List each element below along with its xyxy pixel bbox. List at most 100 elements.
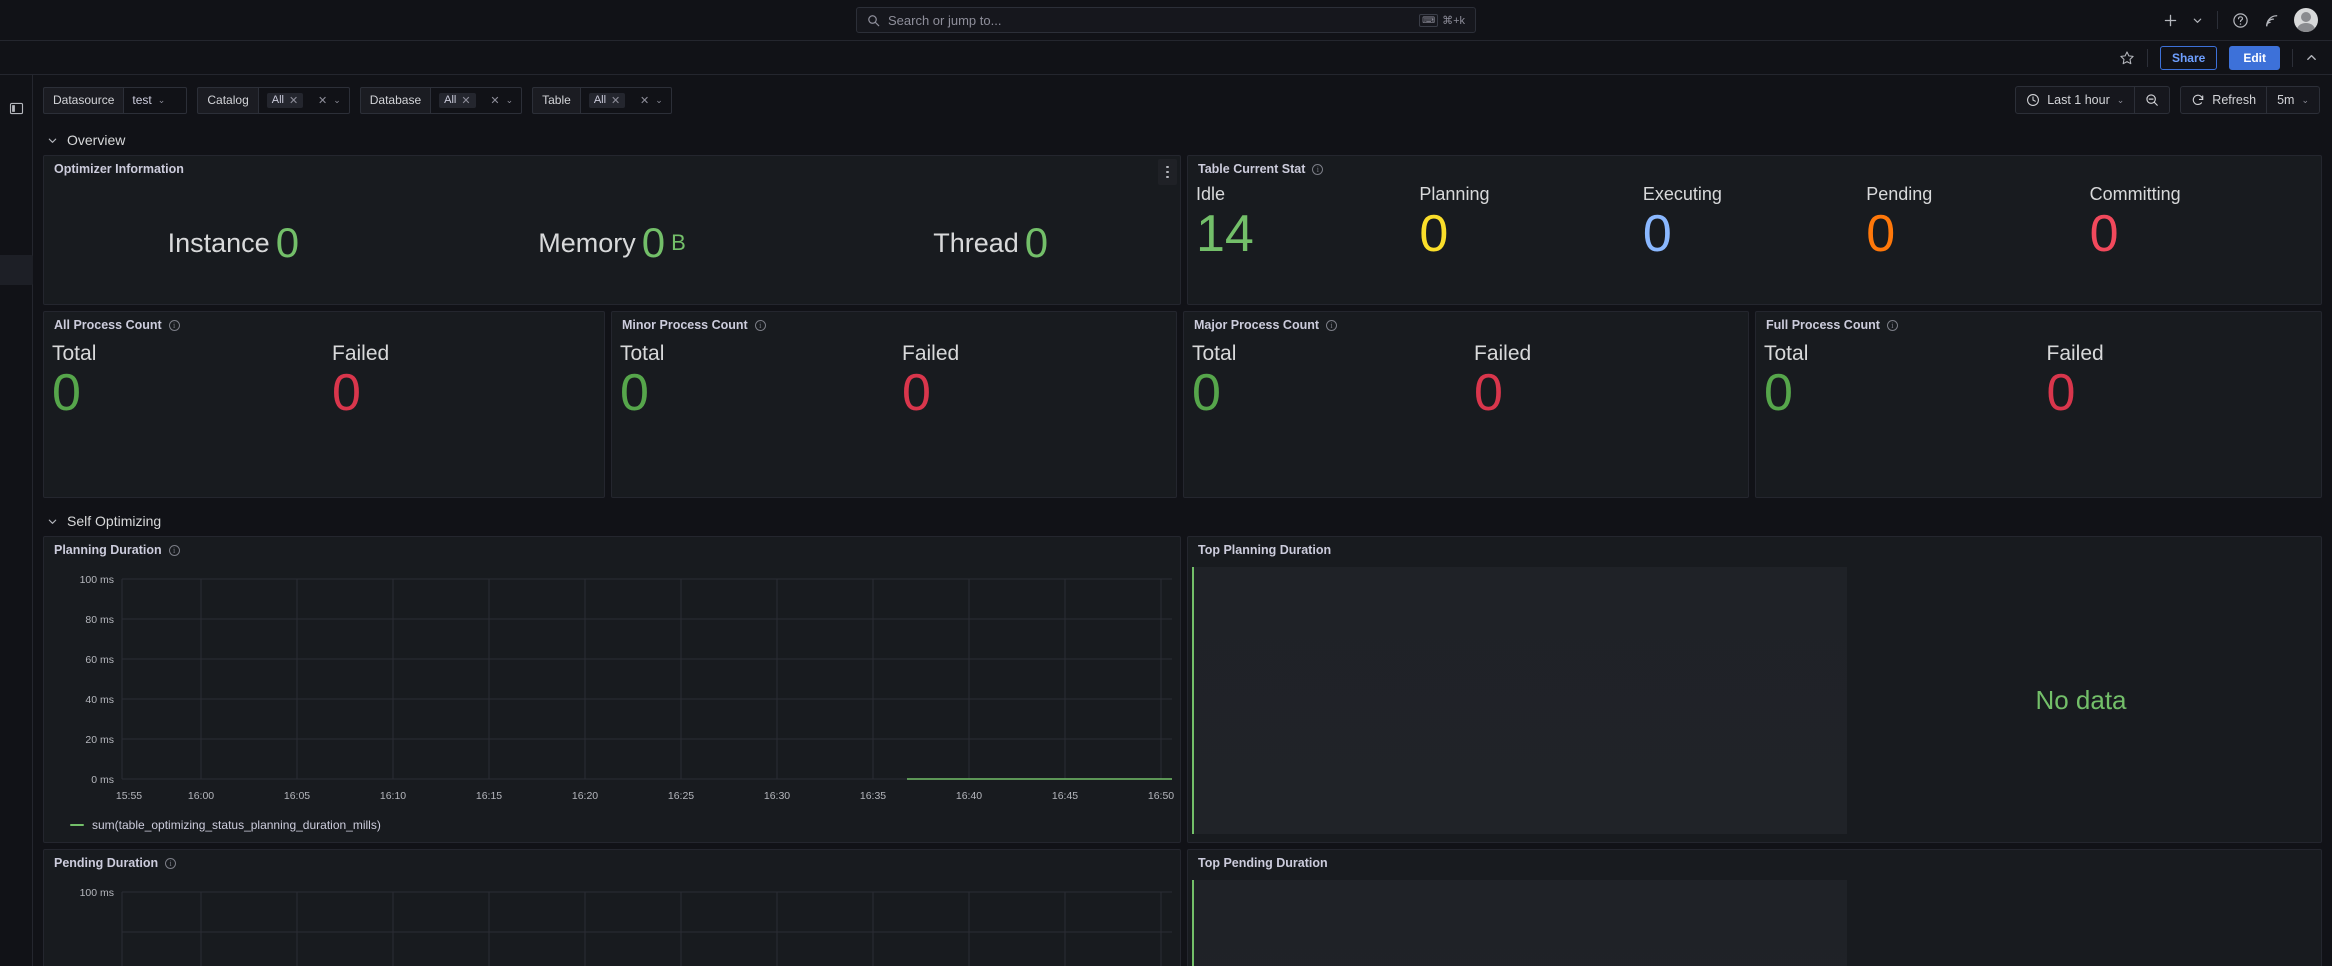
variable-value-datasource[interactable]: test ⌄ [123, 86, 188, 114]
chip-remove-icon[interactable]: ✕ [289, 94, 298, 107]
y-tick-20ms: 20 ms [85, 734, 114, 746]
breadcrumb-bar: ro Share Edit [0, 41, 2332, 75]
info-icon[interactable]: i [754, 319, 766, 331]
panel-pending-duration: Pending Duration i 100 ms [43, 849, 1181, 966]
x-tick-1615: 16:15 [476, 790, 502, 802]
star-icon[interactable] [2119, 50, 2135, 66]
search-input[interactable]: Search or jump to... ⌨ ⌘+k [856, 7, 1476, 33]
edit-button[interactable]: Edit [2229, 45, 2280, 70]
panel-title: Major Process Count [1194, 318, 1320, 332]
legend-label[interactable]: sum(table_optimizing_status_planning_dur… [92, 818, 381, 832]
panel-body: Total 0 Failed 0 [612, 338, 1176, 497]
stat-value-instance: 0 [275, 219, 300, 266]
stat-value-committing: 0 [2089, 205, 2119, 263]
keyboard-icon: ⌨ [1419, 13, 1439, 27]
info-icon[interactable]: i [168, 544, 180, 556]
top-navigation-actions [2163, 8, 2318, 32]
stat-total: Total 0 [612, 342, 894, 421]
bargauge-top-planning-duration[interactable]: No data [1188, 563, 2321, 842]
panel-header: Full Process Count i [1756, 312, 2321, 338]
news-rss-icon[interactable] [2263, 12, 2280, 29]
stat-total: Total 0 [1184, 342, 1466, 421]
x-tick-1640: 16:40 [956, 790, 982, 802]
variable-label-table: Table [532, 86, 580, 114]
user-avatar[interactable] [2294, 8, 2318, 32]
info-icon[interactable]: i [1312, 163, 1324, 175]
variable-value-database[interactable]: All ✕ ✕ ⌄ [430, 86, 523, 114]
info-icon[interactable]: i [168, 319, 180, 331]
clear-selection-icon[interactable]: ✕ [318, 94, 327, 107]
variable-chip-database[interactable]: All ✕ [439, 92, 476, 108]
stat-name-failed: Failed [332, 342, 390, 365]
panel-top-pending-duration: Top Pending Duration [1187, 849, 2322, 966]
x-tick-1625: 16:25 [668, 790, 694, 802]
chip-remove-icon[interactable]: ✕ [461, 94, 470, 107]
clear-selection-icon[interactable]: ✕ [490, 94, 499, 107]
stat-name-planning: Planning [1419, 184, 1490, 204]
variable-value-catalog[interactable]: All ✕ ✕ ⌄ [257, 86, 350, 114]
gauge-track [1192, 880, 1847, 966]
chevron-down-icon[interactable] [2192, 15, 2203, 26]
refresh-interval-picker[interactable]: 5m ⌄ [2267, 86, 2320, 114]
variable-selected-datasource: test [132, 93, 152, 107]
divider [2146, 48, 2148, 67]
stat-value-total: 0 [1192, 364, 1221, 422]
clear-selection-icon[interactable]: ✕ [640, 94, 649, 107]
stat-row: Total 0 Failed 0 [1184, 338, 1748, 497]
stat-name-pending: Pending [1866, 184, 1933, 204]
timeseries-chart-pending-duration[interactable]: 100 ms [44, 876, 1180, 966]
stat-value-failed: 0 [902, 364, 931, 422]
stat-value-pending: 0 [1866, 205, 1896, 263]
chip-remove-icon[interactable]: ✕ [611, 94, 620, 107]
gauge-track [1192, 567, 1847, 834]
bargauge-top-pending-duration[interactable] [1188, 876, 2321, 966]
panel-title: All Process Count [54, 318, 162, 332]
variable-chip-label-catalog: All [271, 94, 284, 106]
x-tick-1605: 16:05 [284, 790, 310, 802]
template-variables: Datasource test ⌄ Catalog All ✕ ✕ ⌄ Data… [43, 86, 672, 114]
variable-chip-table[interactable]: All ✕ [588, 92, 626, 108]
stat-name-total: Total [1764, 342, 1809, 365]
variable-table: Table All ✕ ✕ ⌄ [532, 86, 672, 114]
zoom-out-button[interactable] [2135, 86, 2171, 114]
stat-name-failed: Failed [1474, 342, 1532, 365]
section-header-self-optimizing[interactable]: Self Optimizing [43, 506, 2322, 536]
help-circle-icon[interactable] [2232, 12, 2249, 29]
stat-name-memory: Memory [538, 227, 636, 258]
search-shortcut-text: ⌘+k [1442, 14, 1465, 27]
stat-name-total: Total [620, 342, 665, 365]
refresh-icon [2191, 93, 2205, 107]
section-title-overview: Overview [67, 132, 126, 148]
dashboard-content: Datasource test ⌄ Catalog All ✕ ✕ ⌄ Data… [33, 75, 2332, 966]
stat-total: Total 0 [1756, 342, 2039, 421]
variable-catalog: Catalog All ✕ ✕ ⌄ [197, 86, 350, 114]
chart-legend: sum(table_optimizing_status_planning_dur… [44, 815, 1180, 832]
stat-name-committing: Committing [2089, 184, 2181, 204]
dashboard-toolbar: Datasource test ⌄ Catalog All ✕ ✕ ⌄ Data… [33, 75, 2332, 125]
panel-title: Planning Duration [54, 543, 162, 557]
info-icon[interactable]: i [1886, 319, 1898, 331]
refresh-button[interactable]: Refresh [2180, 86, 2268, 114]
stat-name-total: Total [1192, 342, 1237, 365]
variable-value-table[interactable]: All ✕ ✕ ⌄ [579, 86, 672, 114]
info-icon[interactable]: i [165, 857, 177, 869]
dock-menu-icon[interactable] [9, 101, 24, 116]
section-header-overview[interactable]: Overview [43, 125, 2322, 155]
timeseries-chart-planning-duration[interactable]: 100 ms 80 ms 60 ms 40 ms 20 ms 0 ms 15:5… [44, 563, 1180, 842]
info-icon[interactable]: i [1326, 319, 1338, 331]
x-tick-1600: 16:00 [188, 790, 214, 802]
stat-name-failed: Failed [902, 342, 960, 365]
share-button[interactable]: Share [2159, 45, 2218, 70]
time-range-picker[interactable]: Last 1 hour ⌄ [2015, 86, 2136, 114]
chevron-up-icon[interactable] [2305, 51, 2318, 64]
chevron-down-icon: ⌄ [157, 94, 166, 105]
plus-icon[interactable] [2163, 13, 2178, 28]
variable-chip-catalog[interactable]: All ✕ [266, 92, 304, 108]
panel-minor-process-count: Minor Process Count i Total 0 Failed 0 [611, 311, 1177, 498]
stat-value-planning: 0 [1419, 205, 1449, 263]
panel-top-planning-duration: Top Planning Duration No data [1187, 536, 2322, 843]
panel-body [1188, 876, 2321, 966]
divider [2292, 48, 2293, 67]
y-tick-40ms: 40 ms [85, 694, 114, 706]
left-rail [0, 75, 33, 966]
